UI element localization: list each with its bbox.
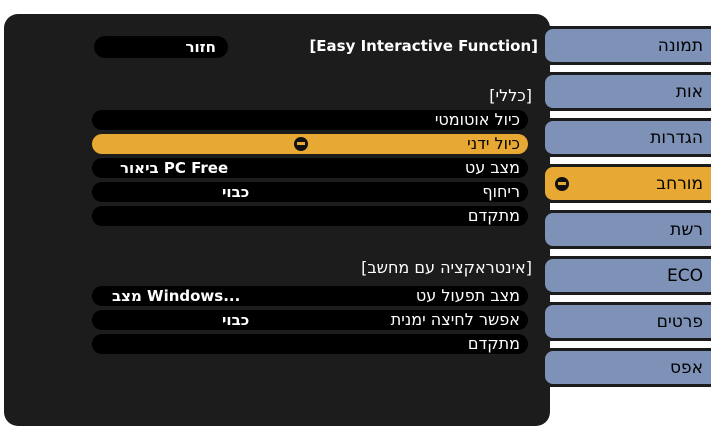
tab-label: רשת <box>670 219 703 240</box>
tab-label: מורחב <box>656 173 703 194</box>
enter-icon <box>294 137 308 151</box>
row-advanced-general[interactable]: מתקדם <box>92 206 528 226</box>
tab-network[interactable]: רשת <box>540 210 711 249</box>
row-label: מצב עט <box>464 158 520 177</box>
tab-label: תמונה <box>657 35 703 56</box>
row-advanced-pc[interactable]: מתקדם <box>92 334 528 354</box>
tab-signal[interactable]: אות <box>540 72 711 111</box>
row-label: כיול ידני <box>467 134 520 153</box>
function-title: [Easy Interactive Function] <box>309 37 538 55</box>
back-button[interactable]: חזור <box>94 36 228 58</box>
row-manual-calibration[interactable]: כיול ידני <box>92 134 528 154</box>
tab-extended[interactable]: מורחב <box>540 164 711 203</box>
row-enable-right-click[interactable]: כבוי אפשר לחיצה ימנית <box>92 310 528 330</box>
tab-label: אפס <box>669 357 703 378</box>
tab-eco[interactable]: ECO <box>540 256 711 295</box>
row-label: מתקדם <box>467 334 520 353</box>
section-pc-interaction: [אינטראקציה עם מחשב] <box>361 258 532 277</box>
row-value: מצב Windows... <box>112 287 241 305</box>
tab-label: הגדרות <box>650 127 703 148</box>
tab-column: תמונה אות הגדרות מורחב רשת ECO פרטים אפס <box>540 14 711 426</box>
tab-reset[interactable]: אפס <box>540 348 711 387</box>
row-auto-calibration[interactable]: כיול אוטומטי <box>92 110 528 130</box>
tab-label: פרטים <box>656 311 703 332</box>
row-pen-mode[interactable]: ביאור PC Free מצב עט <box>92 158 528 178</box>
tab-label: ECO <box>667 265 703 286</box>
tab-label: אות <box>675 81 703 102</box>
row-value: כבוי <box>222 183 250 201</box>
row-value: כבוי <box>222 311 250 329</box>
tab-settings[interactable]: הגדרות <box>540 118 711 157</box>
row-pen-operation-mode[interactable]: מצב Windows... מצב תפעול עט <box>92 286 528 306</box>
enter-icon <box>555 176 569 191</box>
section-general: [כללי] <box>489 86 532 105</box>
row-label: אפשר לחיצה ימנית <box>390 310 520 329</box>
row-label: כיול אוטומטי <box>434 110 520 129</box>
row-label: ריחוף <box>482 182 520 201</box>
tab-image[interactable]: תמונה <box>540 26 711 65</box>
tab-info[interactable]: פרטים <box>540 302 711 341</box>
row-label: מצב תפעול עט <box>415 286 520 305</box>
row-hover[interactable]: כבוי ריחוף <box>92 182 528 202</box>
row-value: ביאור PC Free <box>120 159 229 177</box>
row-label: מתקדם <box>467 206 520 225</box>
